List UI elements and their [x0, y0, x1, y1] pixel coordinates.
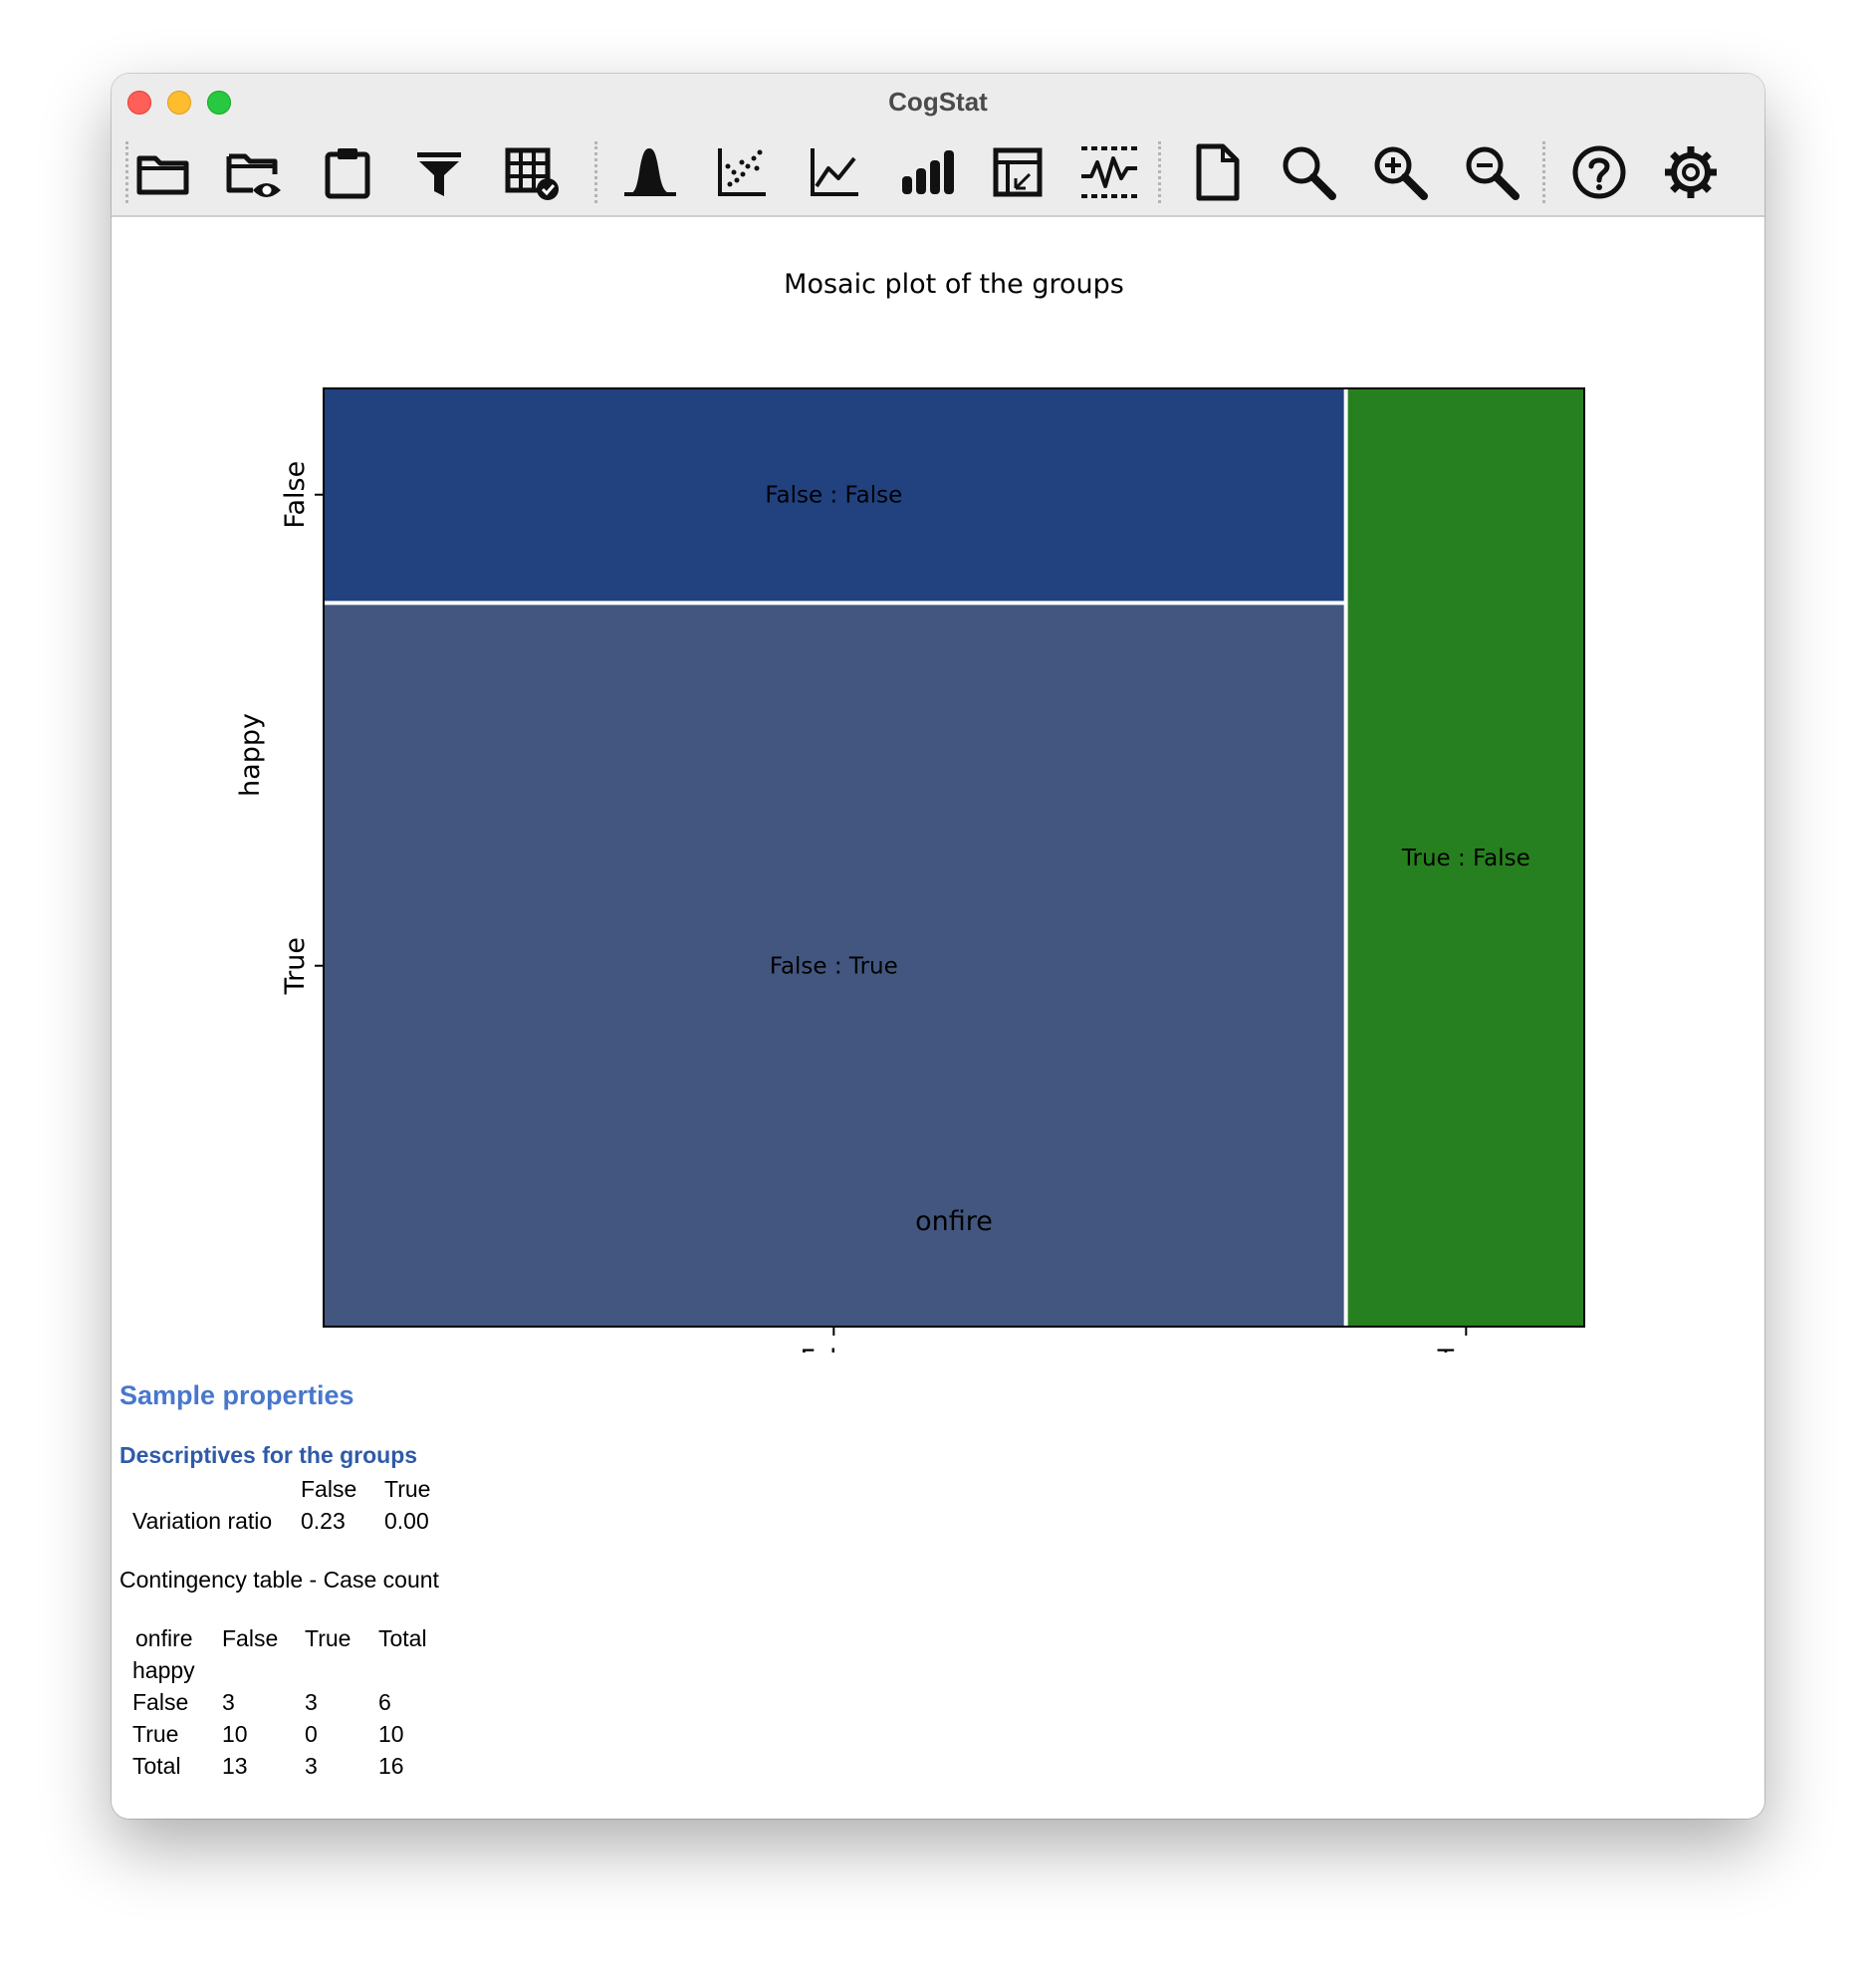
settings-button[interactable] [1659, 140, 1723, 204]
app-window: CogStat Mosaic plot of the groups False … [112, 74, 1764, 1819]
data-check-icon [505, 147, 559, 200]
clipboard-icon [325, 148, 370, 199]
tile-label: False : True [770, 954, 898, 980]
search-icon [1283, 146, 1336, 200]
desc-cell: 0.23 [301, 1508, 346, 1534]
scatter-icon [718, 148, 766, 196]
x-axis-title: onfire [915, 1206, 993, 1237]
contingency-cell: 10 [378, 1721, 404, 1747]
chart-title: Mosaic plot of the groups [784, 269, 1124, 300]
compare-groups-button[interactable] [894, 140, 958, 204]
toolbar [112, 129, 1764, 217]
desc-col-header: False [301, 1476, 357, 1502]
contingency-cell: 6 [378, 1689, 391, 1715]
find-button[interactable] [1277, 140, 1340, 204]
desc-cell: 0.00 [384, 1508, 429, 1534]
contingency-cell: 3 [222, 1689, 235, 1715]
contingency-row-variable: happy [132, 1657, 195, 1683]
gear-icon [1665, 146, 1717, 198]
toolbar-separator [594, 141, 597, 203]
section-heading: Sample properties [119, 1380, 354, 1410]
help-button[interactable] [1567, 140, 1631, 204]
descriptives-heading: Descriptives for the groups [119, 1442, 418, 1468]
desc-row-label: Variation ratio [132, 1508, 273, 1534]
title-bar: CogStat [112, 74, 1764, 129]
y-axis-title: happy [235, 713, 266, 797]
desc-col-header: True [384, 1476, 431, 1502]
pivot-table-icon [993, 147, 1043, 197]
contingency-col-variable: onfire [135, 1625, 193, 1651]
folder-eye-icon [226, 153, 281, 197]
filter-icon [417, 152, 461, 196]
contingency-col-header: Total [378, 1625, 427, 1651]
zoom-out-icon [1466, 146, 1520, 200]
contingency-cell: 0 [305, 1721, 318, 1747]
folder-icon [136, 155, 189, 195]
x-tick-label: False [800, 1345, 867, 1352]
contingency-cell: 10 [222, 1721, 248, 1747]
zoom-out-button[interactable] [1460, 140, 1524, 204]
window-title: CogStat [888, 87, 988, 117]
minimize-window-button[interactable] [167, 91, 191, 115]
filter-button[interactable] [407, 140, 471, 204]
toolbar-grip [125, 141, 128, 203]
contingency-col-header: False [222, 1625, 279, 1651]
open-demo-data-button[interactable] [223, 140, 287, 204]
toolbar-separator [1542, 141, 1545, 203]
tile-label: True : False [1401, 846, 1530, 871]
data-properties-button[interactable] [500, 140, 564, 204]
zoom-in-icon [1374, 146, 1428, 200]
y-tick-label: False [280, 461, 311, 529]
line-chart-icon [811, 148, 858, 196]
toolbar-separator [1158, 141, 1161, 203]
distribution-icon [624, 148, 676, 196]
behavioral-data-button[interactable] [1077, 140, 1141, 204]
contingency-cell: 3 [305, 1753, 318, 1779]
maximize-window-button[interactable] [207, 91, 231, 115]
new-results-button[interactable] [1185, 140, 1249, 204]
results-pane: Mosaic plot of the groups False : False F… [112, 217, 1764, 1819]
contingency-cell: 13 [222, 1753, 248, 1779]
y-tick-label: True [280, 937, 311, 995]
contingency-cell: 3 [305, 1689, 318, 1715]
pivot-table-button[interactable] [986, 140, 1050, 204]
open-data-button[interactable] [131, 140, 195, 204]
contingency-row-label: False [132, 1689, 189, 1715]
contingency-cell: 16 [378, 1753, 404, 1779]
paste-data-button[interactable] [316, 140, 379, 204]
tile-label: False : False [765, 483, 902, 509]
explore-variable-button[interactable] [618, 140, 682, 204]
bar-chart-icon [902, 150, 954, 194]
contingency-heading: Contingency table - Case count [119, 1567, 439, 1593]
help-icon [1572, 145, 1626, 199]
compare-icon [1081, 146, 1137, 198]
close-window-button[interactable] [127, 91, 151, 115]
new-document-icon [1196, 143, 1240, 201]
reliability-button[interactable] [803, 140, 866, 204]
contingency-col-header: True [305, 1625, 352, 1651]
mosaic-plot: Mosaic plot of the groups False : False F… [235, 269, 1585, 1352]
explore-relation-button[interactable] [710, 140, 774, 204]
zoom-in-button[interactable] [1368, 140, 1432, 204]
contingency-row-label: True [132, 1721, 179, 1747]
x-tick-label: True [1437, 1345, 1495, 1352]
contingency-row-label: Total [132, 1753, 181, 1779]
